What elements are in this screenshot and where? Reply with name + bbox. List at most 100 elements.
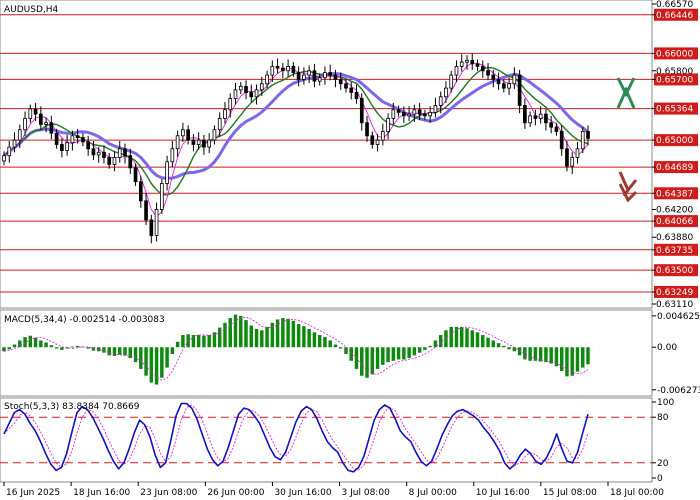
time-tick-label: 10 Jul 16:00 [476, 488, 530, 498]
macd-bar [275, 319, 280, 348]
stochastic-panel: 100 80 20 0 Stoch(5,3,3) 83.8384 70.8669 [0, 397, 674, 484]
macd-bar [407, 347, 411, 359]
macd-bar [296, 324, 301, 348]
macd-bar [118, 347, 122, 355]
stochastic-title: Stoch(5,3,3) 83.8384 70.8669 [4, 402, 140, 412]
macd-bar [375, 347, 380, 369]
candle-body [54, 132, 59, 145]
macd-bar [254, 328, 259, 348]
candle-body [438, 96, 443, 106]
candle-body [117, 148, 122, 158]
time-tick-label: 3 Jul 08:00 [342, 488, 391, 498]
macd-bar [7, 347, 11, 350]
macd-bar [249, 325, 254, 348]
candle-body [328, 72, 333, 76]
candle-body [554, 126, 559, 132]
price-tick-label: 0.63880 [656, 233, 693, 243]
candle-body [486, 70, 490, 76]
macd-bar [160, 347, 164, 378]
macd-bar [449, 326, 453, 348]
price-tick-label: 0.63110 [656, 300, 693, 310]
candle-body [580, 131, 585, 150]
macd-bar [502, 345, 506, 348]
candle-body [575, 148, 580, 158]
macd-bar [381, 347, 385, 365]
candle-body [317, 77, 322, 82]
candle-body [459, 61, 464, 67]
candle-body [444, 87, 448, 98]
macd-tick-label: 0.004625 [657, 312, 700, 322]
candle-body [207, 139, 212, 148]
candle-body [186, 129, 190, 141]
macd-bar [60, 347, 64, 350]
candle-body [65, 142, 69, 151]
candle-body [291, 66, 296, 73]
price-tick-label: 0.66000 [656, 49, 693, 59]
candle-body [565, 148, 569, 167]
macd-bar [581, 347, 585, 368]
candle-body [286, 66, 290, 72]
candle-body [244, 85, 248, 93]
price-tick-label: 0.66570 [656, 0, 693, 10]
candle-body [423, 113, 427, 117]
macd-bar [244, 320, 248, 348]
candle-body [559, 131, 564, 150]
candle-body [49, 122, 54, 134]
macd-tick-label: 0.00 [657, 343, 677, 353]
macd-bar [428, 345, 432, 348]
macd-bar [149, 347, 154, 383]
candle-body [402, 111, 406, 117]
macd-bar [44, 342, 48, 348]
candle-body [544, 113, 548, 124]
candle-body [538, 113, 543, 119]
candle-body [302, 74, 306, 80]
macd-bar [386, 347, 390, 363]
candle-body [223, 109, 227, 119]
candle-body [275, 66, 280, 69]
candle-body [181, 129, 185, 137]
candle-body [491, 74, 496, 80]
macd-bar [86, 347, 90, 349]
price-tick-label: 0.66446 [656, 11, 693, 21]
candle-body [449, 74, 454, 89]
candle-body [375, 139, 380, 145]
candle-body [570, 157, 575, 167]
candle-body [154, 209, 159, 236]
candle-body [86, 141, 91, 150]
macd-bar [23, 337, 27, 348]
candle-body [249, 92, 254, 98]
candle-body [196, 139, 201, 145]
candle-body [512, 74, 517, 85]
macd-bar [486, 337, 490, 348]
price-tick-label: 0.65000 [656, 136, 693, 146]
macd-bar [265, 326, 269, 348]
price-tick-label: 0.63249 [656, 288, 693, 298]
macd-bar [328, 340, 332, 348]
candle-body [517, 74, 522, 106]
candle-body [123, 148, 127, 157]
macd-bar [239, 316, 243, 348]
stochastic-tick-label: 80 [657, 413, 669, 423]
macd-bar [12, 344, 17, 348]
macd-bar [165, 347, 169, 368]
candle-body [81, 137, 85, 143]
candle-body [370, 135, 375, 145]
macd-bar [370, 347, 375, 375]
macd-bar [496, 343, 501, 348]
macd-title: MACD(5,34,4) -0.002514 -0.003083 [4, 315, 165, 325]
candle-body [7, 146, 12, 157]
candle-body [217, 118, 222, 131]
macd-bar [228, 318, 232, 348]
macd-bar [223, 322, 227, 348]
macd-bar [102, 347, 106, 353]
candle-body [2, 155, 6, 162]
macd-bar [507, 347, 511, 350]
candle-body [191, 139, 196, 145]
candle-body [44, 122, 48, 125]
candle-body [17, 129, 22, 141]
candle-body [149, 219, 154, 236]
macd-bar [333, 344, 338, 348]
candle-body [75, 135, 80, 138]
macd-bar [559, 347, 564, 371]
candle-body [133, 167, 138, 183]
